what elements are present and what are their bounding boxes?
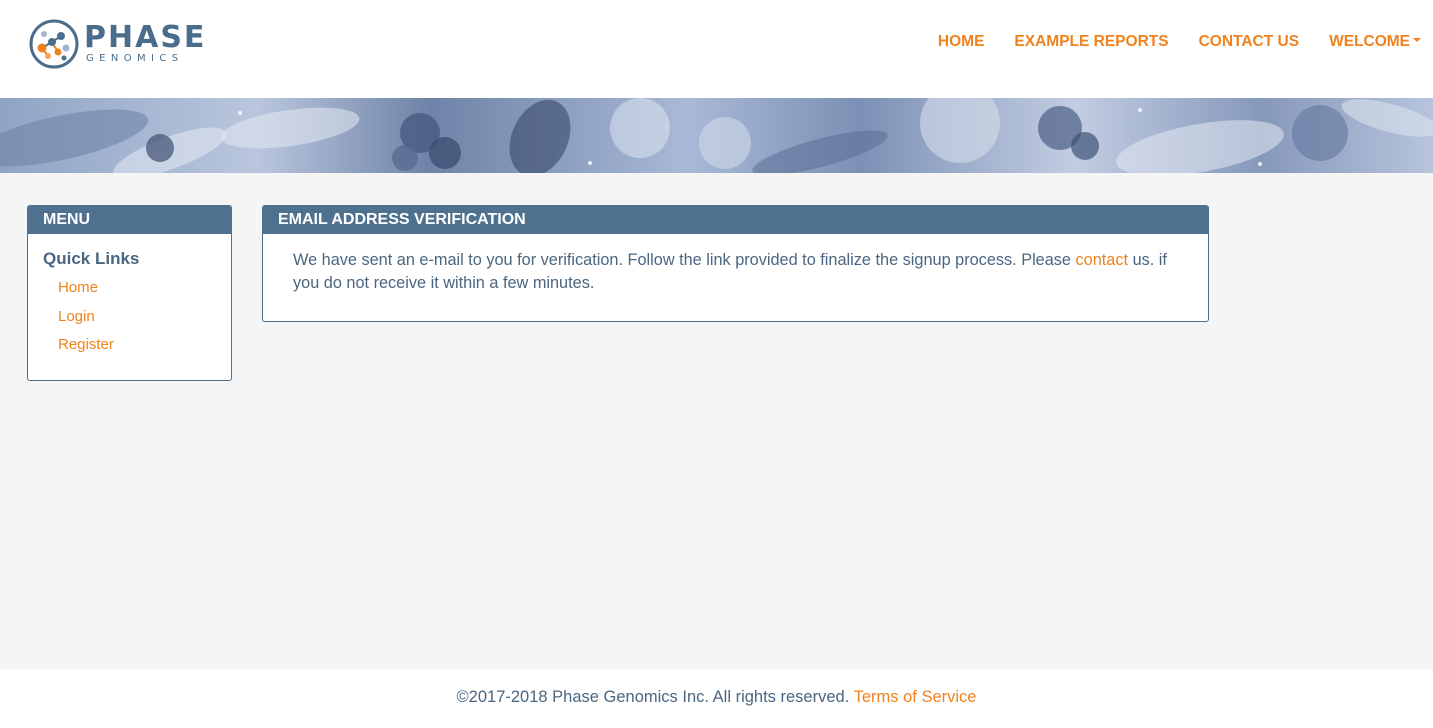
nav-welcome-dropdown[interactable]: WELCOME bbox=[1329, 32, 1421, 52]
verification-panel-title: EMAIL ADDRESS VERIFICATION bbox=[263, 206, 1208, 234]
copyright-text: ©2017-2018 Phase Genomics Inc. All right… bbox=[456, 688, 850, 706]
site-header: PHASE GENOMICS HOME EXAMPLE REPORTS CONT… bbox=[0, 0, 1433, 98]
site-footer: ©2017-2018 Phase Genomics Inc. All right… bbox=[0, 669, 1433, 728]
hero-banner bbox=[0, 98, 1433, 173]
brand-text: PHASE GENOMICS bbox=[84, 23, 206, 65]
email-verification-panel: EMAIL ADDRESS VERIFICATION We have sent … bbox=[262, 205, 1209, 322]
quick-link-register[interactable]: Register bbox=[58, 336, 114, 353]
caret-down-icon bbox=[1413, 37, 1421, 42]
menu-panel: MENU Quick Links Home Login Register bbox=[27, 205, 232, 381]
nav-contact-us[interactable]: CONTACT US bbox=[1199, 32, 1299, 52]
brand-name: PHASE bbox=[84, 20, 207, 55]
list-item: Register bbox=[58, 331, 231, 360]
nav-welcome-label: WELCOME bbox=[1329, 33, 1410, 50]
verification-text-before: We have sent an e-mail to you for verifi… bbox=[293, 251, 1071, 269]
brand-logo[interactable]: PHASE GENOMICS bbox=[28, 18, 206, 70]
nav-example-reports[interactable]: EXAMPLE REPORTS bbox=[1014, 32, 1168, 52]
microbe-banner-image bbox=[0, 98, 1433, 173]
verification-message: We have sent an e-mail to you for verifi… bbox=[263, 234, 1208, 295]
quick-links-list: Home Login Register bbox=[58, 274, 231, 360]
top-nav: HOME EXAMPLE REPORTS CONTACT US WELCOME bbox=[938, 32, 1421, 52]
nav-home[interactable]: HOME bbox=[938, 32, 985, 52]
menu-panel-title: MENU bbox=[28, 206, 231, 234]
brand-subtitle: GENOMICS bbox=[86, 53, 184, 64]
list-item: Home bbox=[58, 274, 231, 303]
list-item: Login bbox=[58, 303, 231, 332]
quick-link-home[interactable]: Home bbox=[58, 279, 98, 296]
contact-link[interactable]: contact bbox=[1076, 251, 1129, 269]
quick-links-heading: Quick Links bbox=[43, 249, 140, 268]
terms-of-service-link[interactable]: Terms of Service bbox=[854, 688, 977, 706]
quick-link-login[interactable]: Login bbox=[58, 308, 95, 325]
phase-genomics-logo-icon bbox=[29, 19, 79, 69]
